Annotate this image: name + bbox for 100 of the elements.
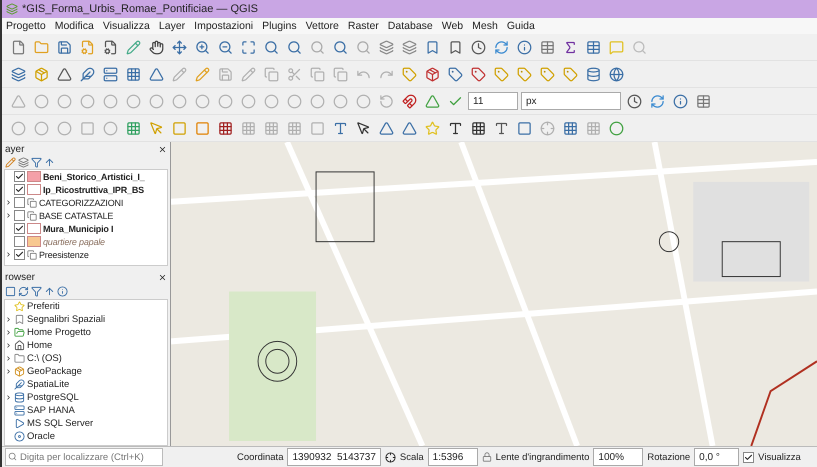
square-icon [516, 120, 532, 136]
magnifier-field[interactable]: 100% [593, 448, 644, 466]
browser-item[interactable]: Home Progetto [27, 327, 91, 338]
menu-item[interactable]: Mesh [472, 20, 498, 32]
browser-item[interactable]: Oracle [27, 431, 55, 442]
layer-name[interactable]: quartiere papale [43, 236, 105, 246]
shape-icon [264, 94, 278, 108]
arrow-up-icon[interactable] [44, 157, 55, 168]
pointer-icon [356, 120, 370, 136]
folder-icon [34, 40, 48, 54]
layers-icon [378, 40, 394, 54]
unit-dropdown[interactable]: px [521, 92, 621, 110]
layers-icon [10, 66, 26, 82]
layers-icon [402, 40, 416, 54]
refresh-icon[interactable] [18, 286, 29, 297]
shape-icon [608, 120, 624, 136]
menu-item[interactable]: Visualizza [102, 20, 150, 32]
rotation-field[interactable]: 0,0 ° [694, 448, 740, 466]
copy-icon [310, 66, 324, 82]
info-icon[interactable] [57, 286, 68, 297]
square-icon [172, 120, 186, 136]
render-checkbox[interactable] [743, 452, 754, 462]
tolerance-field[interactable]: 11 [468, 92, 518, 110]
hand-icon [148, 40, 164, 54]
layers-icon[interactable] [18, 157, 29, 168]
rotate-icon [378, 94, 394, 108]
browser-item[interactable]: Segnalibri Spaziali [27, 314, 106, 325]
layer-checkbox[interactable] [14, 171, 25, 182]
maximize-icon [240, 40, 256, 54]
scale-field[interactable]: 1:5396 [428, 448, 478, 466]
browser-item[interactable]: SAP HANA [27, 405, 75, 416]
close-icon[interactable] [158, 272, 167, 282]
layer-checkbox[interactable] [14, 249, 25, 260]
layer-checkbox[interactable] [14, 184, 25, 195]
browser-item[interactable]: Preferiti [27, 301, 60, 312]
search-icon [310, 40, 324, 54]
group-icon [27, 250, 37, 260]
browser-item[interactable]: MS SQL Server [27, 418, 94, 429]
menu-item[interactable]: Guida [506, 20, 535, 32]
layer-checkbox[interactable] [14, 223, 25, 234]
menu-item[interactable]: Progetto [6, 20, 46, 32]
locator-field[interactable]: Digita per localizzare (Ctrl+K) [5, 448, 163, 466]
info-icon [672, 94, 688, 108]
crosshair-icon[interactable] [384, 452, 396, 462]
square-icon [194, 120, 210, 136]
shape-icon [56, 94, 72, 108]
database-icon [586, 66, 600, 82]
zoom-out-icon [218, 40, 232, 54]
search-icon [264, 40, 278, 54]
tag-icon [540, 66, 554, 82]
triangle-icon [10, 94, 26, 108]
window-title: *GIS_Forma_Urbis_Romae_Pontificiae — QGIS [22, 3, 258, 15]
menu-item[interactable]: Web [442, 20, 464, 32]
close-icon[interactable] [158, 144, 167, 154]
browser-item[interactable]: C:\ (OS) [27, 353, 62, 364]
file-cog-icon [102, 40, 118, 54]
rotation-label: Rotazione [647, 452, 690, 462]
text-icon [332, 120, 348, 136]
menu-item[interactable]: Database [388, 20, 433, 32]
menu-item[interactable]: Impostazioni [194, 20, 254, 32]
lock-icon[interactable] [482, 452, 492, 462]
browser-item[interactable]: PostgreSQL [27, 392, 79, 403]
grid-icon [586, 120, 600, 136]
coordinate-field[interactable]: 1390932 5143737 [287, 448, 381, 466]
tag-icon [470, 66, 486, 82]
layer-name[interactable]: Beni_Storico_Artistici_I_ [43, 172, 145, 182]
arrow-up-icon[interactable] [44, 286, 55, 297]
menu-item[interactable]: Layer [158, 20, 186, 32]
filter-icon[interactable] [31, 286, 42, 297]
layer-name[interactable]: Preesistenze [39, 250, 89, 260]
panel-title: ayer [5, 144, 24, 154]
browser-item[interactable]: SpatiaLite [27, 379, 70, 390]
browser-item[interactable]: GeoPackage [27, 366, 82, 377]
panel-title: rowser [5, 272, 36, 282]
home-icon [14, 340, 25, 351]
menu-item[interactable]: Modifica [54, 20, 94, 32]
browser-item[interactable]: Home [27, 340, 52, 351]
layer-name[interactable]: BASE CATASTALE [39, 210, 114, 220]
layer-name[interactable]: Mura_Municipio I [43, 224, 114, 234]
move-icon [172, 40, 186, 54]
star-icon [14, 301, 25, 312]
menu-item[interactable]: Raster [348, 20, 379, 32]
menu-item[interactable]: Vettore [306, 20, 339, 32]
layer-checkbox[interactable] [14, 197, 25, 208]
filter-icon[interactable] [31, 157, 42, 168]
clock-icon [470, 40, 486, 54]
menu-item[interactable]: Plugins [262, 20, 297, 32]
layer-checkbox[interactable] [14, 210, 25, 221]
layer-name[interactable]: Ip_Ricostruttiva_IPR_BS [43, 184, 144, 194]
render-label: Visualizza [758, 452, 801, 462]
shape-icon [10, 120, 26, 136]
file-cog-icon [80, 40, 94, 54]
play-icon [14, 418, 25, 429]
layer-name[interactable]: CATEGORIZZAZIONI [39, 198, 124, 208]
text-icon [448, 120, 462, 136]
select-icon [148, 120, 164, 136]
group-icon [27, 210, 37, 220]
group-icon [27, 198, 37, 208]
shape-icon [80, 94, 94, 108]
layer-checkbox[interactable] [14, 236, 25, 247]
